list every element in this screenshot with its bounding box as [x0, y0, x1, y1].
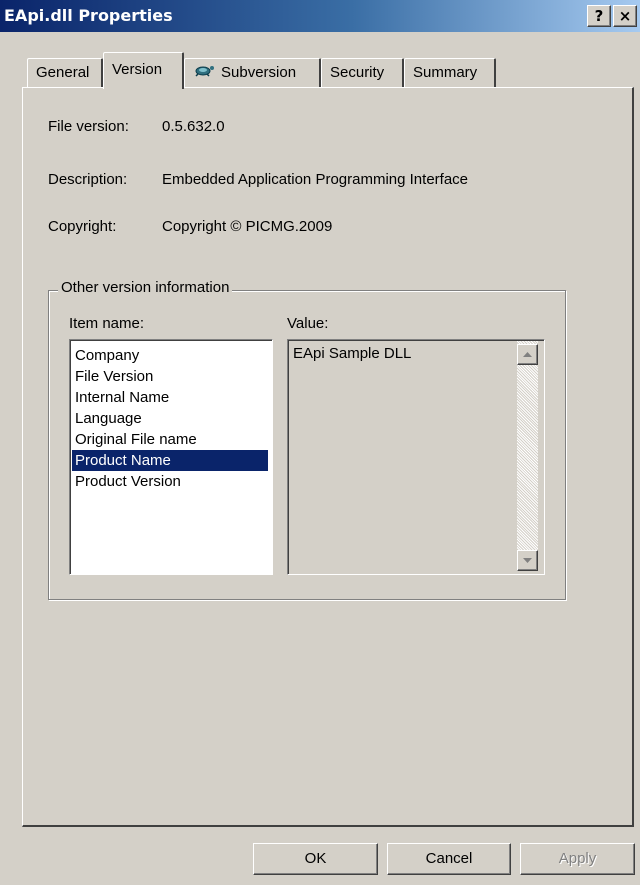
tab-subversion-label: Subversion [221, 64, 297, 81]
tab-subversion[interactable]: Subversion [184, 58, 321, 88]
ok-button[interactable]: OK [253, 843, 378, 875]
tab-version[interactable]: Version [103, 52, 184, 89]
tab-security-label: Security [330, 64, 385, 81]
turtle-icon [193, 59, 215, 87]
help-button[interactable]: ? [587, 5, 611, 27]
cancel-button[interactable]: Cancel [387, 843, 511, 875]
tab-panel-version [22, 87, 634, 827]
apply-button[interactable]: Apply [520, 843, 635, 875]
tab-version-label: Version [112, 61, 163, 78]
title-bar[interactable]: EApi.dll Properties ? × [0, 0, 640, 32]
tab-summary[interactable]: Summary [404, 58, 496, 88]
tab-security[interactable]: Security [321, 58, 404, 88]
tab-general[interactable]: General [27, 58, 103, 88]
tab-summary-label: Summary [413, 64, 478, 81]
close-button[interactable]: × [613, 5, 637, 27]
window-title: EApi.dll Properties [4, 6, 173, 25]
tab-general-label: General [36, 64, 90, 81]
